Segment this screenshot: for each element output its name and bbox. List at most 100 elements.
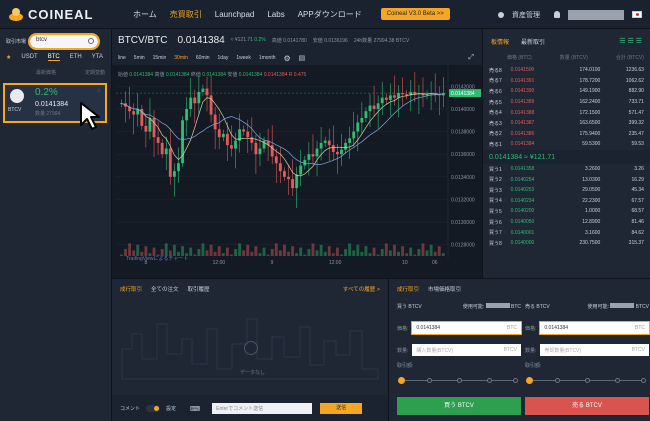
tf-5min[interactable]: 5min [134, 55, 145, 61]
book-row[interactable]: 売る5 0.0141389 162.2400 733.71 [483, 97, 650, 108]
tab-trade-history[interactable]: 取引履歴 [188, 285, 210, 293]
buy-button[interactable]: 買う BTCV [397, 397, 521, 415]
book-row[interactable]: 売る2 0.0141386 175.9400 235.47 [483, 129, 650, 140]
row-amount: 29.0500 [582, 187, 601, 194]
candle [388, 95, 392, 100]
nav-item-launchpad[interactable]: Launchpad [215, 10, 255, 19]
sell-button[interactable]: 売る BTCV [525, 397, 649, 415]
tab-order-book[interactable]: 板情報 [491, 37, 509, 46]
candle [327, 140, 331, 146]
nav-item-home[interactable]: ホーム [133, 9, 157, 20]
buy-available-label: 使用可能: [462, 304, 485, 310]
book-row[interactable]: 買う5 0.0140200 1.0000 68.57 [483, 206, 650, 217]
volume-bar [246, 244, 250, 256]
tab-all-orders[interactable]: 全ての注文 [151, 285, 179, 293]
book-row[interactable]: 買う3 0.0140253 29.0500 45.34 [483, 185, 650, 196]
col-change[interactable]: 定期変動 [85, 69, 105, 76]
user-name-redacted[interactable] [568, 9, 624, 20]
pair-volume: 数量 27994 [35, 111, 61, 117]
tf-1month[interactable]: 1month [259, 55, 276, 61]
tf-1week[interactable]: 1week [236, 55, 250, 61]
row-total: 3.26 [634, 166, 644, 173]
tab-market-order[interactable]: 市場価格取引 [428, 285, 461, 293]
sell-price-input[interactable]: 0.0141384 BTC [539, 321, 650, 335]
row-label: 売る1 [489, 141, 502, 148]
candle [197, 91, 201, 104]
beta-button[interactable]: Coineal V3.0 Beta >> [380, 8, 450, 20]
tf-15min[interactable]: 15min [153, 55, 167, 61]
tab-usdt[interactable]: USDT [21, 54, 37, 61]
candle [213, 114, 217, 130]
book-row[interactable]: 買う6 0.0140050 12.8900 81.46 [483, 217, 650, 228]
market-search-input[interactable]: btcv [28, 33, 101, 50]
sell-qty-unit: BTCV [631, 347, 645, 353]
book-row[interactable]: 売る7 0.0141391 178.7200 1062.62 [483, 76, 650, 87]
comment-toggle[interactable] [146, 405, 161, 412]
book-row[interactable]: 売る8 0.0141500 174.0100 1236.63 [483, 65, 650, 76]
book-row[interactable]: 買う8 0.0140000 230.7500 315.37 [483, 238, 650, 249]
buy-percent-slider[interactable] [397, 377, 521, 385]
chart-settings-gear-icon[interactable]: ⚙ [284, 54, 291, 63]
nav-item-app-download[interactable]: APPダウンロード [298, 9, 362, 20]
orders-panel: 成行取引 全ての注文 取引履歴 すべての履歴 > データなし コメント 設定 ⌨… [112, 278, 388, 421]
legend-close: 0.0141384 [202, 72, 226, 78]
send-button[interactable]: 送信 [320, 403, 363, 414]
favorite-star-icon[interactable]: ☆ [97, 88, 101, 94]
chart-pair: BTCV/BTC [118, 34, 168, 46]
chart-vol: 27994.38 BTCV [373, 37, 410, 44]
nav-menu: ホーム 売買取引 Launchpad Labs APPダウンロード Coinea… [133, 8, 450, 20]
user-icon[interactable] [554, 11, 560, 18]
comment-input[interactable]: Enterでコメント送信 [212, 403, 313, 414]
tf-60min[interactable]: 60min [196, 55, 210, 61]
book-view-icons[interactable]: ☰ ☰ ☰ [619, 37, 642, 46]
sell-slider-knob[interactable] [526, 377, 533, 384]
trade-tabs: 成行取引 市場価格取引 [389, 279, 650, 299]
x-tick-label: 9 [271, 260, 274, 266]
tab-favorites[interactable]: ★ [6, 54, 11, 61]
tf-1day[interactable]: 1day [218, 55, 229, 61]
settings-link[interactable]: 設定 [166, 405, 176, 412]
tab-limit-order[interactable]: 成行取引 [397, 285, 419, 293]
sell-percent-slider[interactable] [525, 377, 649, 385]
row-price: 0.0141358 [510, 166, 535, 173]
logo[interactable]: COINEAL [8, 6, 118, 22]
asset-management-link[interactable]: 資産管理 [512, 10, 540, 20]
book-row[interactable]: 買う2 0.0140254 13.0300 16.29 [483, 174, 650, 185]
tab-yta[interactable]: YTA [92, 54, 103, 61]
search-icon[interactable] [88, 38, 95, 44]
buy-slider-knob[interactable] [398, 377, 405, 384]
price-chart[interactable]: line 5min 15min 30min 60min 1day 1week 1… [112, 51, 482, 278]
book-row[interactable]: 買う4 0.0140234 22.2300 67.57 [483, 196, 650, 207]
buy-price-input[interactable]: 0.0141384 BTC [411, 321, 522, 335]
book-row[interactable]: 売る4 0.0141388 172.1500 571.47 [483, 107, 650, 118]
nav-item-trade[interactable]: 売買取引 [170, 9, 202, 20]
tf-line[interactable]: line [118, 55, 126, 61]
candle [364, 111, 368, 118]
tab-open-orders[interactable]: 成行取引 [120, 285, 142, 293]
book-row[interactable]: 売る1 0.0141384 59.5300 59.53 [483, 139, 650, 150]
book-row[interactable]: 売る6 0.0141390 149.1900 882.90 [483, 86, 650, 97]
tab-eth[interactable]: ETH [70, 54, 82, 61]
col-latest-price[interactable]: 最新価格 [36, 69, 56, 76]
tab-latest-trades[interactable]: 最新取引 [521, 37, 545, 46]
book-row[interactable]: 買う7 0.0140001 3.1600 84.62 [483, 227, 650, 238]
chart-high-label: 高値 [271, 37, 282, 44]
book-row[interactable]: 売る3 0.0141387 163.6500 399.32 [483, 118, 650, 129]
all-history-link[interactable]: すべての履歴 > [343, 285, 380, 293]
nav-item-labs[interactable]: Labs [267, 10, 284, 19]
keyboard-icon[interactable]: ⌨ [190, 405, 200, 413]
tradingview-credit[interactable]: TradingViewによるチャート [126, 255, 188, 262]
row-price: 0.0140253 [510, 187, 535, 194]
tf-30min[interactable]: 30min [174, 55, 188, 61]
book-tabs: 板情報 最新取引 ☰ ☰ ☰ [483, 29, 650, 50]
asset-icon [498, 11, 504, 18]
chart-layout-icon[interactable]: ▤ [299, 54, 306, 62]
candlestick-plot[interactable]: 0.01420000.01400000.01380000.01360000.01… [112, 65, 482, 278]
book-row[interactable]: 買う1 0.0141358 3.2600 3.26 [483, 164, 650, 175]
sell-qty-input[interactable]: 売却数量(BTCV) BTCV [540, 344, 649, 356]
fullscreen-icon[interactable]: ⤢ [468, 54, 474, 62]
candle [397, 93, 400, 98]
japan-flag-icon[interactable] [632, 11, 642, 18]
tab-btc[interactable]: BTC [47, 54, 60, 61]
buy-qty-input[interactable]: 購入数量(BTCV) BTCV [412, 344, 521, 356]
